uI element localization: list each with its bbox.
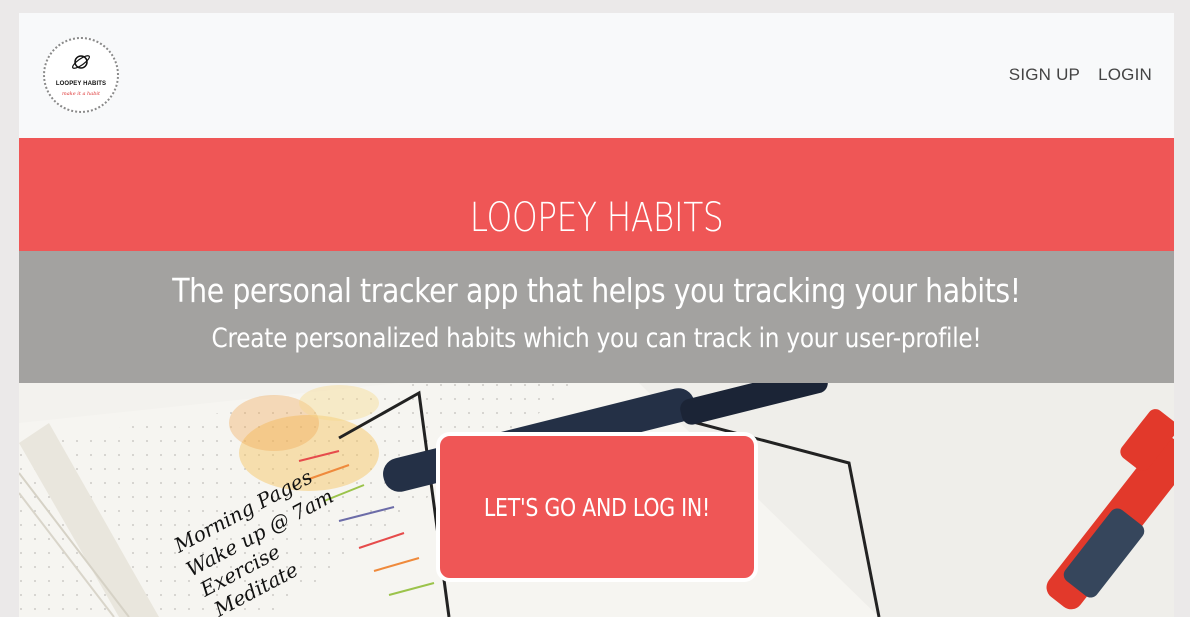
hero-tagline: The personal tracker app that helps you … [172,271,1021,310]
navbar: LOOPEY HABITS make it a habit SIGN UP LO… [19,13,1174,138]
logo-tagline: make it a habit [61,91,101,97]
logo-title: LOOPEY HABITS [55,81,107,87]
signup-link[interactable]: SIGN UP [1009,65,1080,85]
logo[interactable]: LOOPEY HABITS make it a habit [43,37,119,113]
login-cta-label: LET'S GO AND LOG IN! [483,492,711,522]
hero-title: LOOPEY HABITS [469,195,724,241]
hero-subtagline: Create personalized habits which you can… [211,323,982,354]
tagline-band: The personal tracker app that helps you … [19,251,1174,383]
planet-icon [72,55,90,69]
nav-links: SIGN UP LOGIN [1009,65,1152,85]
hero-banner: LOOPEY HABITS [19,138,1174,251]
login-cta-button[interactable]: LET'S GO AND LOG IN! [436,432,758,582]
page: LOOPEY HABITS make it a habit SIGN UP LO… [19,13,1174,617]
login-link[interactable]: LOGIN [1098,65,1152,85]
